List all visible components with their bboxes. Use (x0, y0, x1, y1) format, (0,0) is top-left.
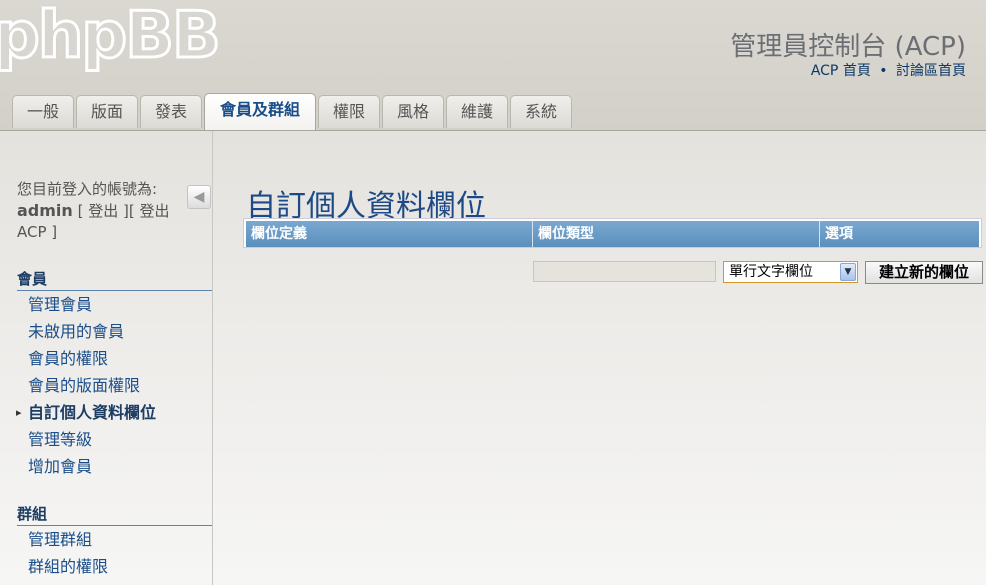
chevron-down-icon[interactable]: ▼ (840, 263, 856, 281)
collapse-sidebar-button[interactable]: ◀ (187, 185, 211, 209)
menu-item-user-permissions[interactable]: 會員的權限 (28, 349, 108, 369)
tab-posting[interactable]: 發表 (140, 95, 202, 128)
board-index-link[interactable]: 討論區首頁 (896, 63, 966, 79)
column-field-type: 欄位類型 (533, 221, 820, 247)
tab-general[interactable]: 一般 (12, 95, 74, 128)
menu-item-custom-profile-fields[interactable]: 自訂個人資料欄位 (28, 403, 156, 423)
menu-item-add-user[interactable]: 增加會員 (28, 457, 92, 477)
logout-link[interactable]: 登出 (88, 202, 118, 220)
login-info: 您目前登入的帳號為: admin [ 登出 ][ 登出 ACP ] (17, 180, 170, 241)
create-field-button[interactable]: 建立新的欄位 (865, 261, 983, 284)
menu-item-group-permissions[interactable]: 群組的權限 (28, 557, 108, 577)
tab-permissions[interactable]: 權限 (318, 95, 380, 128)
tab-system[interactable]: 系統 (510, 95, 572, 128)
acp-home-link[interactable]: ACP 首頁 (811, 63, 871, 79)
menu-item-manage-users[interactable]: 管理會員 (28, 295, 92, 315)
field-type-selected: 單行文字欄位 (729, 264, 813, 280)
header-links: ACP 首頁 • 討論區首頁 (811, 60, 966, 80)
site-title: 管理員控制台 (ACP) (730, 32, 966, 62)
active-arrow-icon: ▸ (16, 406, 22, 419)
menu-item-user-forum-permissions[interactable]: 會員的版面權限 (28, 376, 140, 396)
menu-item-manage-groups[interactable]: 管理群組 (28, 530, 92, 550)
username: admin (17, 201, 73, 220)
field-name-input[interactable] (533, 261, 716, 282)
tab-users-groups[interactable]: 會員及群組 (204, 93, 316, 130)
profile-fields-table: 欄位定義 欄位類型 選項 (243, 218, 982, 248)
sidebar: 您目前登入的帳號為: admin [ 登出 ][ 登出 ACP ] ◀ 會員 管… (0, 131, 213, 585)
menu-item-inactive-users[interactable]: 未啟用的會員 (28, 322, 124, 342)
arrow-left-icon: ◀ (193, 189, 205, 205)
login-prefix: 您目前登入的帳號為: (17, 180, 158, 198)
content-area: 您目前登入的帳號為: admin [ 登出 ][ 登出 ACP ] ◀ 會員 管… (0, 130, 986, 585)
tab-styles[interactable]: 風格 (382, 95, 444, 128)
acp-header: phpBB 管理員控制台 (ACP) ACP 首頁 • 討論區首頁 一般 版面 … (0, 0, 986, 130)
table-header-row: 欄位定義 欄位類型 選項 (246, 221, 979, 247)
phpbb-logo[interactable]: phpBB (0, 0, 222, 76)
column-field-definition: 欄位定義 (246, 221, 533, 247)
field-type-select[interactable]: 單行文字欄位 ▼ (723, 261, 858, 283)
column-options: 選項 (825, 226, 853, 242)
tab-forums[interactable]: 版面 (76, 95, 138, 128)
tab-maintenance[interactable]: 維護 (446, 95, 508, 128)
menu-item-manage-ranks[interactable]: 管理等級 (28, 430, 92, 450)
menu-section-users: 會員 (17, 269, 212, 291)
menu-section-groups: 群組 (17, 504, 212, 526)
link-separator: • (879, 63, 888, 79)
